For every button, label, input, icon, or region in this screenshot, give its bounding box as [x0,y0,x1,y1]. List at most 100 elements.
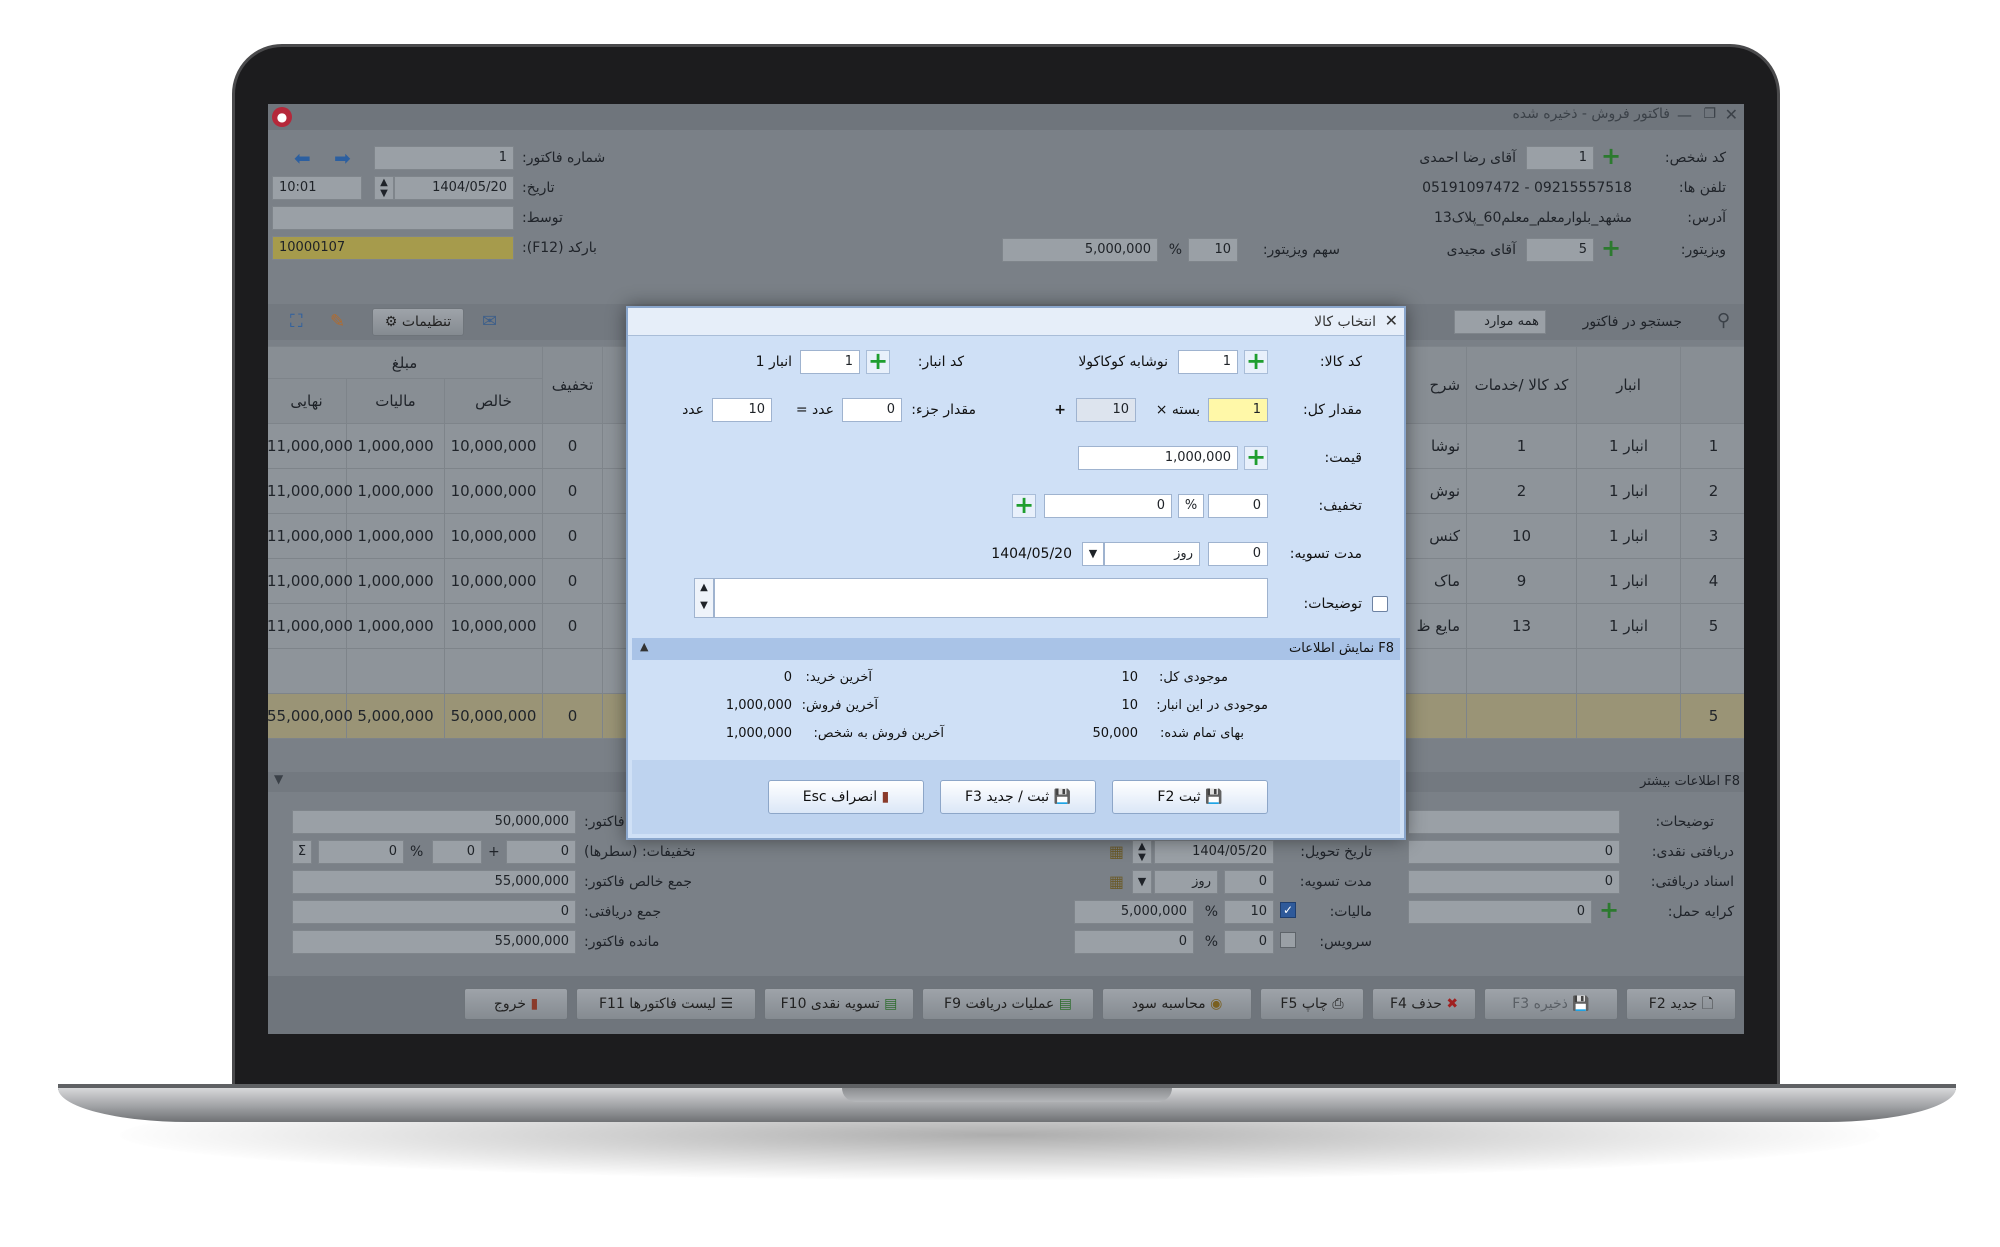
row-number-cell: 3 [1680,513,1744,559]
by-label: توسط: [522,210,563,226]
delete-icon: ✖ [1446,996,1459,1012]
total-qty-input[interactable]: 1 [1208,398,1268,422]
notes-label: توضیحات: [1655,814,1714,830]
net-total-input[interactable]: 55,000,000 [292,870,576,894]
exit-button[interactable]: ▮ خروج [464,988,568,1020]
tax-cell: 1,000,000 [346,468,445,514]
visitor-share-percent-input[interactable]: 10 [1188,238,1238,262]
chevron-down-icon[interactable]: ▼ [1132,870,1152,894]
visitor-share-amount-input[interactable]: 5,000,000 [1002,238,1158,262]
service-amount-input[interactable]: 0 [1074,930,1194,954]
by-input[interactable] [272,206,514,230]
palette-icon[interactable]: ✎ [330,311,354,333]
cash-settle-button[interactable]: ▤ تسویه نقدی F10 [764,988,914,1020]
app-window: ● فاکتور فروش - ذخیره شده — ❐ ✕ ⬅ ➡ 1 شم… [268,104,1744,1034]
discount-amount-input[interactable]: 0 [1044,494,1172,518]
cash-icon: ▤ [884,996,898,1012]
docs-received-input[interactable]: 0 [1408,870,1620,894]
warehouse-name: انبار 1 [755,354,792,370]
notes-checkbox[interactable] [1372,596,1388,612]
tax-amount-input[interactable]: 5,000,000 [1074,900,1194,924]
add-shipping-icon[interactable]: + [1598,898,1620,922]
close-icon[interactable]: ✕ [1725,105,1738,124]
receive-ops-label: عملیات دریافت F9 [944,996,1055,1012]
partial-qty-input[interactable]: 0 [842,398,902,422]
notes-scroll[interactable]: ▲ ▼ [694,578,714,618]
add-person-icon[interactable]: + [1600,144,1622,168]
arrow-right-icon[interactable]: ➡ [334,146,351,170]
date-input[interactable]: 1404/05/20 [394,176,514,200]
dialog-save-button[interactable]: 💾 ثبت F2 [1112,780,1268,814]
item-code-input[interactable]: 1 [1178,350,1238,374]
invoice-number-input[interactable]: 1 [374,146,514,170]
collapse-icon[interactable]: ▼ [274,772,283,786]
close-icon[interactable]: ✕ [1385,311,1398,330]
sigma-button[interactable]: Σ [292,840,312,864]
code-header: کد کالا /خدمات [1466,346,1578,424]
barcode-input[interactable]: 10000107 [272,236,514,260]
time-input[interactable]: 10:01 [272,176,362,200]
message-icon[interactable]: ✉ [482,311,508,333]
add-item-icon[interactable]: + [1244,349,1268,374]
settle-days-input[interactable]: 0 [1224,870,1274,894]
profit-button[interactable]: ◉ محاسبه سود [1102,988,1252,1020]
shipping-input[interactable]: 0 [1408,900,1592,924]
chevron-up-icon[interactable]: ▲ [640,640,648,653]
new-button[interactable]: 🗋 جدید F2 [1626,988,1736,1020]
expand-icon[interactable]: ⛶ [290,311,314,333]
receive-ops-button[interactable]: ▤ عملیات دریافت F9 [922,988,1094,1020]
dialog-cancel-button[interactable]: ▮ انصراف Esc [768,780,924,814]
dialog-save-new-button[interactable]: 💾 ثبت / جدید F3 [940,780,1096,814]
delivery-date-spinner[interactable]: ▲ ▼ [1132,840,1152,864]
tax-checkbox[interactable]: ✓ [1280,902,1296,918]
warehouse-code-input[interactable]: 1 [800,350,860,374]
delivery-date-input[interactable]: 1404/05/20 [1154,840,1274,864]
warehouse-cell: انبار 1 [1576,423,1682,469]
cash-received-input[interactable]: 0 [1408,840,1620,864]
price-input[interactable]: 1,000,000 [1078,446,1238,470]
arrow-left-icon[interactable]: ⬅ [294,146,311,170]
discount-extra-input[interactable]: 0 [432,840,482,864]
add-visitor-icon[interactable]: + [1600,236,1622,260]
remaining-input[interactable]: 55,000,000 [292,930,576,954]
add-warehouse-icon[interactable]: + [866,349,890,374]
final-cell: 11,000,000 [268,468,353,514]
settle-unit-select[interactable]: روز [1154,870,1218,894]
calendar-icon[interactable]: ▦ [1109,872,1124,891]
search-icon[interactable]: ⚲ [1717,310,1730,331]
restore-icon[interactable]: ❐ [1703,106,1716,122]
final-cell: 11,000,000 [268,603,353,649]
delete-button[interactable]: ✖ حذف F4 [1372,988,1476,1020]
notes-input[interactable] [1408,810,1620,834]
discount-percent-input[interactable]: 0 [1208,494,1268,518]
service-percent-input[interactable]: 0 [1224,930,1274,954]
save-button[interactable]: 💾 ذخیره F3 [1484,988,1618,1020]
tax-cell: 1,000,000 [346,513,445,559]
print-button[interactable]: ⎙ چاپ F5 [1260,988,1364,1020]
discount-rows-input[interactable]: 0 [506,840,576,864]
add-price-icon[interactable]: + [1244,445,1268,470]
discount-percent-input[interactable]: 0 [318,840,404,864]
code-cell: 2 [1466,468,1578,514]
person-code-input[interactable]: 1 [1526,146,1594,170]
notes-textarea[interactable] [714,578,1268,618]
received-total-input[interactable]: 0 [292,900,576,924]
add-discount-icon[interactable]: + [1012,493,1036,518]
settle-unit-select[interactable]: روز [1104,542,1200,566]
invoice-list-button[interactable]: ☰ لیست فاکتورها F11 [576,988,756,1020]
search-scope-select[interactable]: همه موارد [1454,310,1546,334]
date-spinner[interactable]: ▲ ▼ [374,176,394,200]
visitor-code-input[interactable]: 5 [1526,238,1594,262]
service-checkbox[interactable] [1280,932,1296,948]
invoice-amount-input[interactable]: 50,000,000 [292,810,576,834]
minimize-icon[interactable]: — [1677,106,1692,124]
info-bar[interactable]: ▲ F8 نمایش اطلاعات [632,638,1400,660]
tax-percent-input[interactable]: 10 [1224,900,1274,924]
chevron-down-icon[interactable]: ▼ [1082,542,1104,566]
discount-cell: 0 [542,423,604,469]
calendar-icon[interactable]: ▦ [1109,842,1124,861]
settle-days-input[interactable]: 0 [1208,542,1268,566]
warehouse-header: انبار [1576,346,1682,424]
laptop-notch [842,1088,1172,1102]
settings-button[interactable]: تنظیمات ⚙ [372,308,464,336]
